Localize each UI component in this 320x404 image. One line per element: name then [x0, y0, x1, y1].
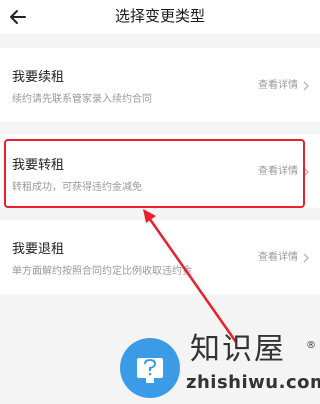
option-title: 我要续租 — [12, 70, 65, 85]
view-details-link[interactable]: 查看详情 — [258, 80, 298, 92]
option-description: 单方面解约按照合同约定比例收取违约金 — [12, 266, 192, 277]
option-renew[interactable]: 我要续租 续约请先联系管家录入续约合同 查看详情 — [0, 48, 320, 122]
watermark-logo — [120, 338, 180, 398]
watermark-name: 知识屋 — [190, 332, 286, 367]
help-icon — [137, 358, 163, 383]
view-details-link[interactable]: 查看详情 — [258, 252, 298, 264]
page-title: 选择变更类型 — [114, 7, 205, 25]
chevron-right-icon — [303, 81, 309, 91]
chevron-right-icon — [303, 253, 309, 263]
option-description: 续约请先联系管家录入续约合同 — [12, 94, 152, 105]
watermark-domain: zhishiwu.com — [186, 372, 320, 393]
option-title: 我要退租 — [12, 242, 65, 257]
option-terminate[interactable]: 我要退租 单方面解约按照合同约定比例收取违约金 查看详情 — [0, 220, 320, 294]
highlight-box — [4, 139, 305, 208]
registered-mark: ® — [306, 340, 316, 351]
app-header: 选择变更类型 — [0, 0, 320, 34]
